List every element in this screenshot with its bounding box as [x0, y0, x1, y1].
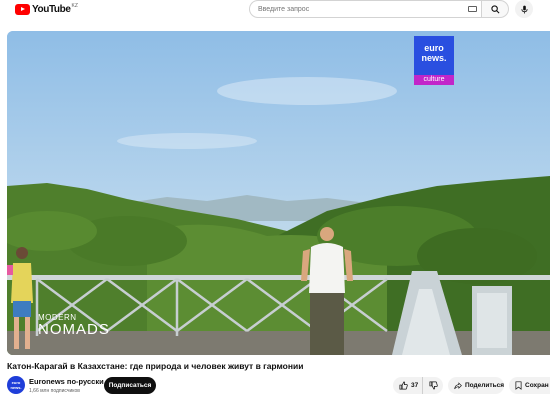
video-frame [7, 31, 550, 355]
like-count: 37 [411, 382, 419, 389]
share-button[interactable]: Поделиться [448, 377, 504, 394]
video-title: Катон-Карагай в Казахстане: где природа … [7, 361, 304, 371]
thumbs-up-icon [399, 381, 408, 390]
share-icon [454, 381, 462, 389]
dislike-button[interactable] [423, 377, 443, 394]
channel-name[interactable]: Euronews по-русски [29, 377, 104, 386]
brand-category: culture [414, 75, 454, 85]
mic-icon [520, 5, 528, 13]
share-label: Поделиться [464, 382, 504, 389]
save-label: Сохран [525, 382, 549, 389]
search-button[interactable] [481, 0, 509, 18]
search-icon [490, 4, 499, 13]
subscriber-count: 1,66 млн подписчиков [29, 388, 80, 394]
youtube-play-icon [15, 4, 30, 15]
search-box [249, 0, 481, 18]
show-logo: MODERN NOMADS [38, 313, 110, 337]
save-button[interactable]: Сохран [509, 377, 550, 394]
brand-line2: news. [421, 53, 447, 63]
top-bar: YouTube KZ [0, 0, 550, 22]
euronews-culture-badge: euro news. culture [414, 36, 454, 85]
keyboard-icon[interactable] [468, 6, 477, 12]
like-dislike-group: 37 [393, 377, 443, 394]
brand-line1: euro [424, 43, 444, 53]
show-line2: NOMADS [38, 321, 110, 338]
thumbs-down-icon [429, 381, 438, 390]
avatar-line2: news. [10, 385, 22, 390]
video-player[interactable]: euro news. culture MODERN NOMADS [7, 31, 550, 355]
bookmark-icon [515, 381, 522, 390]
like-button[interactable]: 37 [393, 377, 423, 394]
youtube-logo[interactable]: YouTube KZ [15, 2, 78, 15]
railing-top [7, 275, 550, 280]
search-input[interactable] [250, 5, 450, 13]
voice-search-button[interactable] [515, 0, 533, 18]
channel-avatar[interactable]: euro news. [7, 376, 25, 394]
logo-text: YouTube [32, 4, 71, 15]
subscribe-button[interactable]: Подписаться [104, 377, 156, 394]
region-code: KZ [71, 2, 78, 9]
